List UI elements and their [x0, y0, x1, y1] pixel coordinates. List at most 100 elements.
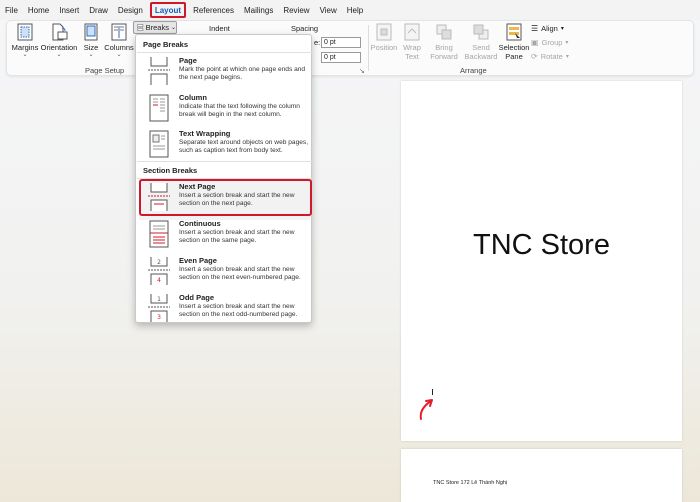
menu-item-title: Even Page: [179, 256, 217, 265]
selection-pane-icon: [506, 23, 522, 41]
breaks-icon: [137, 24, 144, 31]
breaks-dropdown-menu: Page Breaks Page Mark the point at which…: [135, 34, 312, 323]
selection-pane-label-1: Selection: [498, 43, 530, 52]
send-backward-button[interactable]: Send Backward: [464, 23, 498, 61]
tab-file[interactable]: File: [0, 0, 23, 20]
next-page-highlight-box: [139, 179, 312, 216]
spacing-label: Spacing: [291, 24, 319, 33]
text-cursor: [432, 389, 433, 395]
rotate-icon: ⟳: [531, 52, 538, 61]
odd-page-break-icon: 1 3: [148, 294, 170, 322]
align-icon: ☰: [531, 24, 539, 33]
send-backward-label-1: Send: [472, 43, 490, 52]
tab-draw[interactable]: Draw: [84, 0, 113, 20]
send-backward-icon: [473, 24, 489, 40]
page-2-text: TNC Store 172 Lê Thánh Nghị: [433, 480, 508, 486]
rotate-label: Rotate: [540, 52, 563, 61]
tab-layout[interactable]: Layout: [149, 2, 187, 18]
spacing-before-label: e:: [314, 38, 321, 47]
position-button[interactable]: Position: [369, 23, 399, 52]
chevron-down-icon: ⌄: [88, 52, 94, 58]
even-page-break-icon: 2 4: [148, 257, 170, 285]
bring-forward-icon: [436, 24, 452, 40]
menu-item-page-break[interactable]: Page Mark the point at which one page en…: [139, 54, 310, 94]
spacing-after-input[interactable]: 0 pt: [321, 52, 361, 63]
chevron-down-icon: ⌄: [116, 52, 122, 58]
selection-pane-label-2: Pane: [505, 52, 523, 61]
tab-review[interactable]: Review: [278, 0, 314, 20]
tab-insert[interactable]: Insert: [54, 0, 84, 20]
column-break-icon: [149, 94, 169, 122]
menu-item-even-page[interactable]: 2 4 Even Page Insert a section break and…: [139, 254, 310, 294]
tab-help[interactable]: Help: [342, 0, 368, 20]
selection-pane-button[interactable]: Selection Pane: [499, 23, 529, 61]
tab-view[interactable]: View: [315, 0, 342, 20]
group-icon: ▣: [531, 38, 539, 47]
chevron-down-icon: ⌄: [170, 25, 176, 31]
align-label: Align: [541, 24, 558, 33]
page-setup-group-label: Page Setup: [85, 66, 125, 75]
size-button[interactable]: Size ⌄: [81, 23, 101, 58]
wrap-text-button[interactable]: Wrap Text: [401, 23, 423, 61]
tab-design[interactable]: Design: [113, 0, 148, 20]
document-title: TNC Store: [473, 229, 610, 261]
wrap-text-label-1: Wrap: [403, 43, 421, 52]
orientation-button[interactable]: Orientation ⌄: [40, 23, 78, 58]
red-arrow-annotation-icon: [419, 399, 433, 420]
bring-forward-label-2: Forward: [430, 52, 458, 61]
chevron-down-icon: ⌄: [56, 52, 62, 58]
svg-text:4: 4: [157, 277, 161, 284]
continuous-break-icon: [149, 220, 169, 248]
group-label: Group: [541, 38, 563, 47]
menu-item-continuous[interactable]: Continuous Insert a section break and st…: [139, 217, 310, 257]
position-label: Position: [370, 43, 398, 52]
bring-forward-button[interactable]: Bring Forward: [427, 23, 461, 61]
tab-mailings[interactable]: Mailings: [239, 0, 278, 20]
svg-text:2: 2: [157, 259, 161, 266]
wrap-text-label-2: Text: [405, 52, 419, 61]
rotate-button[interactable]: ⟳ Rotate ▾: [531, 52, 569, 61]
menu-item-title: Continuous: [179, 219, 221, 228]
svg-text:3: 3: [157, 314, 161, 321]
page-size-icon: [84, 23, 98, 41]
menu-item-description: Insert a section break and start the new…: [179, 229, 295, 245]
menu-item-odd-page[interactable]: 1 3 Odd Page Insert a section break and …: [139, 291, 310, 331]
group-button[interactable]: ▣ Group ▾: [531, 38, 568, 47]
menu-divider: [137, 161, 312, 162]
menu-item-description: Indicate that the text following the col…: [179, 103, 300, 119]
margins-icon: [17, 23, 33, 41]
document-page-2[interactable]: TNC Store 172 Lê Thánh Nghị: [401, 449, 682, 502]
menu-item-title: Column: [179, 93, 207, 102]
paragraph-dialog-launcher-icon[interactable]: ↘: [359, 67, 365, 75]
menu-item-title: Odd Page: [179, 293, 215, 302]
page-breaks-heading: Page Breaks: [143, 40, 189, 49]
send-backward-label-2: Backward: [464, 52, 498, 61]
chevron-down-icon: ▾: [565, 54, 569, 60]
document-page-1[interactable]: TNC Store: [401, 81, 682, 441]
section-breaks-heading: Section Breaks: [143, 166, 198, 175]
chevron-down-icon: ▾: [565, 40, 569, 46]
align-button[interactable]: ☰ Align ▾: [531, 24, 564, 33]
position-icon: [376, 23, 392, 41]
menu-item-description: Mark the point at which one page ends an…: [179, 66, 306, 82]
arrange-group-label: Arrange: [460, 66, 487, 75]
ribbon: Margins ⌄ Orientation ⌄ Size ⌄ Columns ⌄…: [6, 20, 694, 76]
menu-item-title: Page: [179, 56, 197, 65]
columns-button[interactable]: Columns ⌄: [104, 23, 134, 58]
columns-icon: [111, 23, 127, 41]
chevron-down-icon: ⌄: [22, 52, 28, 58]
chevron-down-icon: ▾: [560, 26, 564, 32]
tab-references[interactable]: References: [188, 0, 239, 20]
breaks-button[interactable]: Breaks ⌄: [133, 21, 177, 34]
page-break-icon: [148, 57, 170, 85]
svg-text:1: 1: [157, 296, 161, 303]
ribbon-tab-bar: File Home Insert Draw Design Layout Refe…: [0, 0, 700, 20]
bring-forward-label-1: Bring: [435, 43, 453, 52]
menu-divider: [137, 52, 312, 53]
spacing-before-input[interactable]: 0 pt: [321, 37, 361, 48]
menu-item-title: Text Wrapping: [179, 129, 231, 138]
menu-item-description: Separate text around objects on web page…: [179, 139, 309, 155]
tab-home[interactable]: Home: [23, 0, 54, 20]
menu-item-column-break[interactable]: Column Indicate that the text following …: [139, 91, 310, 131]
margins-button[interactable]: Margins ⌄: [12, 23, 38, 58]
